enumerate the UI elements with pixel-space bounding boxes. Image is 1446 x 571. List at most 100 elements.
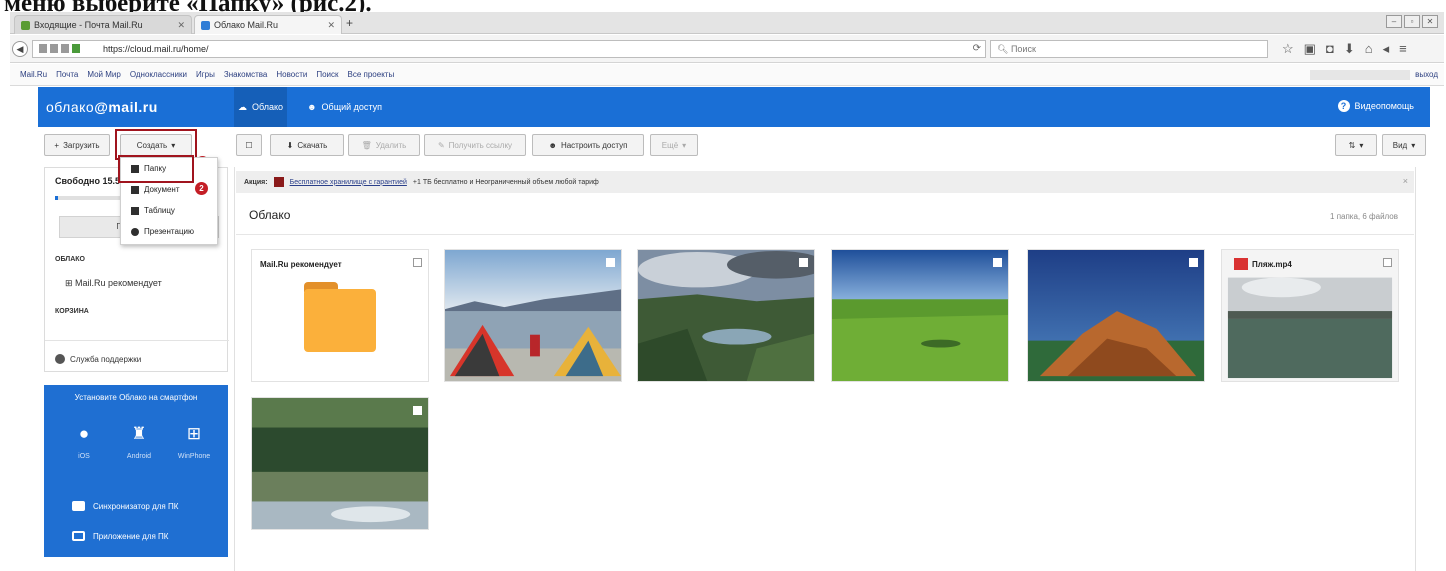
- section-trash-heading[interactable]: КОРЗИНА: [55, 308, 89, 315]
- mail-favicon-icon: [21, 20, 30, 30]
- home-icon[interactable]: ⌂: [1365, 41, 1373, 57]
- more-button[interactable]: Ещё ▾: [650, 134, 698, 156]
- bookmark-item[interactable]: Все проекты: [348, 70, 395, 79]
- sidebar-item-recommends[interactable]: ⊞ Mail.Ru рекомендует: [65, 278, 162, 289]
- desktop-sync-label: Синхронизатор для ПК: [93, 501, 179, 511]
- menu-item-label: Документ: [144, 185, 180, 194]
- tab-cloud[interactable]: Облако Mail.Ru ✕: [194, 15, 342, 34]
- browser-search-input[interactable]: 🔍︎ Поиск: [990, 40, 1268, 58]
- desktop-app-label: Приложение для ПК: [93, 531, 169, 541]
- bookmark-item[interactable]: Поиск: [316, 70, 338, 79]
- search-icon: 🔍︎: [997, 44, 1009, 54]
- app-ios[interactable]: ● iOS: [64, 424, 104, 461]
- lock-icon: [72, 44, 80, 53]
- sort-icon: ⇅: [1348, 140, 1356, 150]
- desktop-app-link[interactable]: Приложение для ПК: [72, 531, 168, 541]
- tile-checkbox[interactable]: [1189, 258, 1198, 267]
- logo-mark: @mail.ru: [94, 99, 158, 115]
- bookmark-item[interactable]: Игры: [196, 70, 215, 79]
- reload-icon[interactable]: ⟳: [973, 41, 981, 57]
- photo-tile[interactable]: [637, 249, 815, 382]
- download-button[interactable]: ⬇ Скачать: [270, 134, 344, 156]
- support-icon: [55, 354, 65, 364]
- app-winphone[interactable]: ⊞ WinPhone: [174, 425, 214, 461]
- upload-button[interactable]: + Загрузить: [44, 134, 110, 156]
- logo-prefix: облако: [46, 99, 95, 115]
- section-cloud-heading[interactable]: ОБЛАКО: [55, 256, 85, 263]
- tile-checkbox[interactable]: [413, 258, 422, 267]
- photo-tile[interactable]: [444, 249, 622, 382]
- library-icon[interactable]: ▣: [1304, 41, 1316, 57]
- header-nav: ☁ Облако ☻ Общий доступ: [234, 87, 386, 127]
- delete-button[interactable]: 🗑︎ Удалить: [348, 134, 420, 156]
- select-all-checkbox[interactable]: ☐: [236, 134, 262, 156]
- platform-label: iOS: [78, 453, 90, 460]
- menu-item-presentation[interactable]: Презентацию: [121, 221, 217, 242]
- items-count: 1 папка, 6 файлов: [1330, 212, 1398, 221]
- support-label: Служба поддержки: [70, 354, 142, 364]
- tents-photo: [445, 250, 621, 381]
- tab-mail-label: Входящие - Почта Mail.Ru: [34, 20, 143, 30]
- bookmark-item[interactable]: Мой Мир: [87, 70, 120, 79]
- divider: [45, 340, 229, 341]
- pocket-icon[interactable]: ◘: [1326, 41, 1334, 57]
- minimize-button[interactable]: –: [1386, 15, 1402, 28]
- tile-checkbox[interactable]: [993, 258, 1002, 267]
- breadcrumb[interactable]: Облако: [249, 208, 290, 222]
- promo-link[interactable]: Бесплатное хранилище с гарантией: [290, 179, 407, 186]
- tile-checkbox[interactable]: [413, 406, 422, 415]
- menu-item-table[interactable]: Таблицу: [121, 200, 217, 221]
- send-icon[interactable]: ◂: [1383, 41, 1390, 57]
- bookmark-item[interactable]: Новости: [276, 70, 307, 79]
- nav-cloud[interactable]: ☁ Облако: [234, 87, 288, 127]
- bookmark-star-icon[interactable]: ☆: [1282, 41, 1294, 57]
- tab-mail[interactable]: Входящие - Почта Mail.Ru ✕: [14, 15, 192, 34]
- configure-access-button[interactable]: ☻ Настроить доступ: [532, 134, 644, 156]
- view-button[interactable]: Вид ▾: [1382, 134, 1426, 156]
- bookmark-item[interactable]: Почта: [56, 70, 78, 79]
- view-label: Вид: [1392, 140, 1408, 150]
- download-arrow-icon: ⬇: [286, 140, 294, 150]
- folder-item-highlight: [118, 155, 194, 183]
- identity-icon[interactable]: [39, 44, 47, 53]
- divider: [236, 234, 1414, 235]
- desktop-sync-link[interactable]: Синхронизатор для ПК: [72, 501, 178, 511]
- cloud-logo[interactable]: облако@mail.ru: [46, 99, 158, 115]
- close-icon[interactable]: ×: [1403, 176, 1408, 186]
- sort-button[interactable]: ⇅ ▾: [1335, 134, 1377, 156]
- window-close-button[interactable]: ✕: [1422, 15, 1438, 28]
- bookmark-item[interactable]: Одноклассники: [130, 70, 187, 79]
- promo-prefix: Акция:: [244, 178, 268, 186]
- back-button[interactable]: ◀: [12, 41, 28, 57]
- video-tile[interactable]: Пляж.mp4: [1221, 249, 1399, 382]
- app-platforms: ● iOS ♜ Android ⊞ WinPhone: [64, 424, 214, 461]
- folder-tile[interactable]: Mail.Ru рекомендует: [251, 249, 429, 382]
- reader-icon[interactable]: [50, 44, 58, 53]
- apple-icon: ●: [78, 424, 90, 443]
- close-icon[interactable]: ✕: [327, 20, 335, 31]
- shield-icon[interactable]: [61, 44, 69, 53]
- get-link-button[interactable]: ✎ Получить ссылку: [424, 134, 526, 156]
- download-icon[interactable]: ⬇: [1344, 41, 1355, 57]
- photo-tile[interactable]: [1027, 249, 1205, 382]
- video-help-link[interactable]: ? Видеопомощь: [1337, 100, 1414, 112]
- photo-tile[interactable]: [831, 249, 1009, 382]
- tile-checkbox[interactable]: [799, 258, 808, 267]
- quota-fill: [55, 196, 59, 200]
- tile-checkbox[interactable]: [606, 258, 615, 267]
- tile-checkbox[interactable]: [1383, 258, 1392, 267]
- download-label: Скачать: [297, 140, 328, 150]
- photo-tile[interactable]: [251, 397, 429, 530]
- bookmark-item[interactable]: Mail.Ru: [20, 70, 47, 79]
- bookmark-item[interactable]: Знакомства: [224, 70, 268, 79]
- support-link[interactable]: Служба поддержки: [55, 354, 141, 364]
- menu-icon[interactable]: ≡: [1399, 41, 1407, 57]
- platform-label: WinPhone: [177, 453, 211, 460]
- new-tab-button[interactable]: +: [346, 16, 353, 30]
- nav-shared[interactable]: ☻ Общий доступ: [303, 87, 386, 127]
- maximize-button[interactable]: ▫: [1404, 15, 1420, 28]
- app-android[interactable]: ♜ Android: [119, 425, 159, 461]
- close-icon[interactable]: ✕: [177, 20, 185, 31]
- address-bar[interactable]: https://cloud.mail.ru/home/ ⟳: [32, 40, 986, 58]
- logout-link[interactable]: выход: [1415, 70, 1438, 79]
